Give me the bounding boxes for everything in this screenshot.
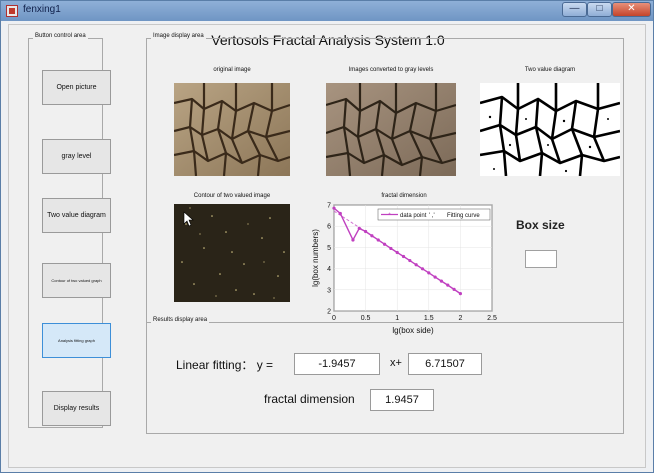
data-point bbox=[395, 250, 399, 255]
data-point bbox=[370, 234, 374, 238]
data-point bbox=[332, 206, 336, 210]
gray-level-image bbox=[326, 83, 456, 176]
button-area-title: Button control area bbox=[33, 33, 88, 39]
x-tick-label: 0 bbox=[332, 315, 336, 322]
data-point bbox=[446, 283, 450, 287]
y-tick-label: 6 bbox=[327, 224, 331, 231]
y-tick-label: 7 bbox=[327, 203, 331, 210]
box-size-input[interactable] bbox=[525, 250, 557, 268]
open-picture-button[interactable]: Open picture bbox=[42, 70, 111, 105]
data-point bbox=[382, 242, 387, 246]
minimize-icon: — bbox=[569, 3, 580, 14]
binary-image-caption: Two value diagram bbox=[524, 67, 576, 73]
x-tick-label: 1.5 bbox=[424, 315, 434, 322]
x-tick-label: 2.5 bbox=[487, 315, 497, 322]
data-point bbox=[351, 238, 355, 242]
x-tick-label: 2 bbox=[458, 315, 462, 322]
maximize-button[interactable]: □ bbox=[587, 2, 612, 17]
data-point bbox=[427, 271, 431, 275]
close-icon: ✕ bbox=[627, 3, 636, 14]
box-size-label: Box size bbox=[516, 218, 565, 232]
data-point bbox=[420, 267, 425, 271]
contour-image-caption: Contour of two valued image bbox=[193, 193, 271, 199]
chart-ylabel: lg(box numbers) bbox=[311, 229, 320, 287]
y-tick-label: 4 bbox=[327, 266, 331, 273]
minimize-button[interactable]: — bbox=[562, 2, 587, 17]
data-point bbox=[452, 287, 456, 291]
results-area-title: Results display area bbox=[151, 317, 210, 323]
plot-area bbox=[333, 204, 493, 312]
fractal-dimension-field[interactable]: 1.9457 bbox=[370, 389, 434, 411]
y-tick-label: 3 bbox=[327, 287, 331, 294]
data-point bbox=[433, 275, 437, 279]
original-image bbox=[174, 83, 290, 176]
legend-fit-label: Fitting curve bbox=[447, 213, 480, 219]
app-icon bbox=[6, 5, 18, 17]
data-point bbox=[401, 254, 406, 259]
legend-separator: ' ,' bbox=[429, 213, 435, 219]
results-display-panel: Results display area bbox=[146, 317, 624, 434]
x-tick-label: 1 bbox=[395, 315, 399, 322]
gray-image-caption: Images converted to gray levels bbox=[348, 67, 434, 73]
data-point bbox=[414, 263, 418, 267]
display-results-button[interactable]: Display results bbox=[42, 391, 111, 426]
fractal-dimension-label: fractal dimension bbox=[264, 392, 355, 406]
data-point bbox=[376, 238, 380, 242]
legend-data-label: data point bbox=[400, 213, 427, 219]
gray-level-button[interactable]: gray level bbox=[42, 139, 111, 174]
image-area-title: Image display area bbox=[151, 33, 206, 39]
data-point bbox=[338, 211, 342, 216]
data-point bbox=[458, 292, 462, 296]
analysis-fitting-button[interactable]: Analysis fitting graph bbox=[42, 323, 111, 358]
data-point bbox=[357, 226, 361, 230]
original-image-caption: original image bbox=[213, 67, 251, 73]
y-tick-label: 5 bbox=[327, 245, 331, 252]
linear-fitting-label: Linear fitting： y = bbox=[176, 358, 274, 372]
title-bar[interactable]: fenxing1 — □ ✕ bbox=[1, 1, 653, 21]
chart-legend: * data point ' ,' Fitting curve bbox=[377, 208, 491, 221]
intercept-field[interactable]: 6.71507 bbox=[408, 353, 482, 375]
contour-button[interactable]: Contour of two valued graph bbox=[42, 263, 111, 298]
window-title: fenxing1 bbox=[23, 4, 61, 15]
x-plus-label: x+ bbox=[390, 357, 402, 369]
two-value-diagram-button[interactable]: Two value diagram bbox=[42, 198, 111, 233]
binary-image bbox=[480, 83, 620, 176]
data-point bbox=[439, 279, 444, 283]
close-button[interactable]: ✕ bbox=[612, 2, 651, 17]
x-tick-label: 0.5 bbox=[361, 315, 371, 322]
maximize-icon: □ bbox=[596, 3, 603, 14]
fractal-dimension-chart: 0 0.5 1 1.5 2 2.5 2 3 4 5 6 7 * data point ' ,' Fit… bbox=[311, 203, 497, 336]
data-point bbox=[364, 229, 368, 234]
y-tick-label: 2 bbox=[327, 309, 331, 316]
data-point bbox=[408, 258, 412, 263]
contour-image bbox=[174, 204, 290, 302]
slope-field[interactable]: -1.9457 bbox=[294, 353, 380, 375]
data-point bbox=[389, 246, 393, 251]
